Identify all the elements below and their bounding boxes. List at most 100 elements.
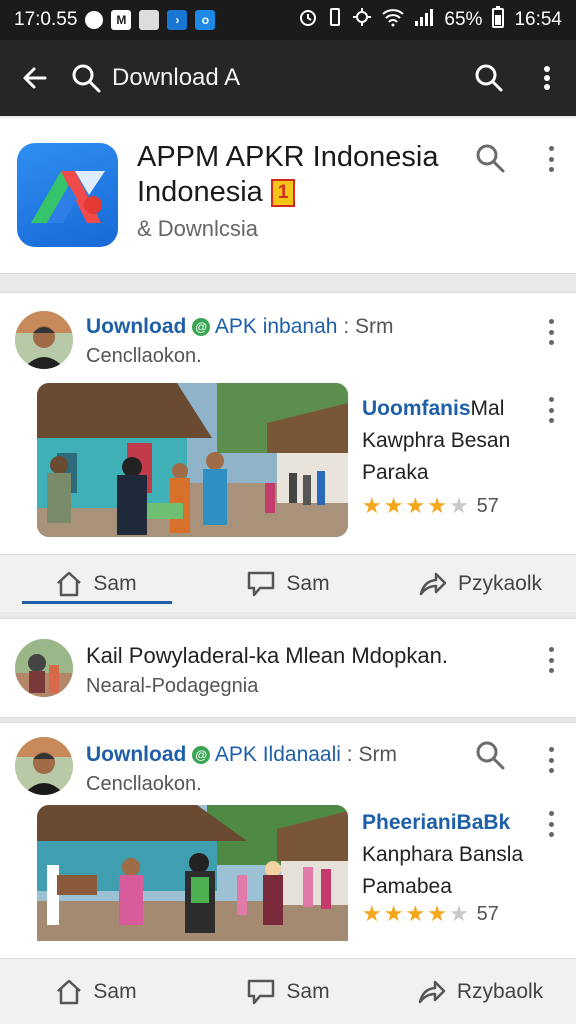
feed-more-button[interactable]: [544, 319, 558, 345]
app-title: APPM APKR Indonesia Indonesia 1: [137, 140, 467, 210]
comment-action-button[interactable]: Sam: [192, 570, 384, 598]
avatar[interactable]: [15, 737, 73, 795]
star-icon: ★: [405, 901, 426, 926]
back-button[interactable]: [0, 40, 70, 116]
post-title-rest: Mal: [470, 397, 505, 420]
search-field[interactable]: Download A: [70, 40, 460, 116]
action-label: Sam: [93, 979, 137, 1003]
star-empty-icon: ★: [448, 901, 469, 926]
post-title-line3: Pamabea: [362, 875, 452, 898]
star-icon: ★: [405, 493, 426, 518]
status-time: 16:54: [514, 9, 562, 30]
star-icon: ★: [427, 901, 447, 926]
arrow-left-icon: [23, 67, 47, 89]
gallery-icon: [139, 10, 160, 30]
app-logo-icon: [17, 143, 118, 247]
header-more-button[interactable]: [544, 146, 558, 172]
wifi-icon: [382, 7, 405, 33]
feed-title-tail: Srm: [355, 315, 394, 338]
feed-title-bold: Uownload: [86, 315, 187, 338]
feed-title-bold: Uownload: [86, 743, 187, 766]
feed-card-2[interactable]: Uownload @ APK Ildanaali : Srm Cencllaok…: [0, 722, 576, 958]
battery-icon: [492, 6, 505, 34]
app-title-line2: Indonesia: [137, 176, 263, 208]
search-button[interactable]: [460, 40, 518, 116]
active-indicator: [22, 600, 172, 604]
post-title-bold: Uoomfanis: [362, 397, 471, 420]
feed-search-button[interactable]: [474, 739, 506, 776]
simple-post[interactable]: Kail Powyladeral-ka Mlean Mdopkan. Neara…: [0, 618, 576, 718]
feed-action-bar-1: Sam Sam Pzykaolk: [0, 554, 576, 612]
vibrate-icon: [328, 7, 342, 33]
post-title[interactable]: UoomfanisMal Kawphra Besan Paraka: [362, 393, 552, 489]
post-title[interactable]: PheerianiBaBk Kanphara Bansla Pamabea: [362, 807, 552, 903]
simple-post-title[interactable]: Kail Powyladeral-ka Mlean Mdopkan.: [86, 643, 448, 669]
battery-percent: 65%: [444, 9, 483, 30]
app-header-card[interactable]: APPM APKR Indonesia Indonesia 1 & Downlc…: [0, 118, 576, 274]
feed-card-1[interactable]: Uownload @ APK inbanah : Srm Cencllaokon…: [0, 292, 576, 554]
avatar[interactable]: [15, 311, 73, 369]
star-icon: ★: [362, 901, 382, 926]
brightness-icon: [352, 7, 372, 33]
feed-subtitle: Cencllaokon.: [86, 773, 202, 795]
search-icon: [72, 64, 101, 93]
post-photo[interactable]: [37, 805, 348, 959]
simple-post-subtitle: Nearal-Podagegnia: [86, 675, 259, 697]
share-action-button[interactable]: Pzykaolk: [384, 570, 576, 598]
feed-action-bar-2: Sam Sam Rzybaolk: [0, 958, 576, 1024]
status-left: 17:0.55 M › o: [14, 9, 216, 31]
status-left-time: 17:0.55: [14, 9, 78, 30]
avatar[interactable]: [15, 639, 73, 697]
simple-post-more-button[interactable]: [544, 647, 558, 673]
status-right: 65% 16:54: [298, 6, 562, 34]
comment-icon: [248, 979, 275, 1004]
star-icon: ★: [383, 901, 404, 926]
share-icon: [419, 572, 447, 595]
post-title-bold: PheerianiBaBk: [362, 811, 511, 834]
post-title-line2: Kawphra Besan: [362, 429, 511, 452]
post-more-button[interactable]: [544, 811, 558, 837]
share-action-button[interactable]: Rzybaolk: [384, 978, 576, 1006]
rating-count: 57: [476, 494, 499, 517]
signal-icon: [414, 7, 434, 33]
action-label: Sam: [286, 979, 330, 1003]
status-bar: 17:0.55 M › o 65% 16:54: [0, 0, 576, 40]
app-bar: Download A: [0, 40, 576, 116]
header-search-button[interactable]: [474, 142, 506, 179]
share-icon: [418, 980, 446, 1003]
star-icon: ★: [427, 493, 447, 518]
feed-title[interactable]: Uownload @ APK inbanah : Srm: [86, 315, 394, 339]
feed-subtitle: Cencllaokon.: [86, 345, 202, 367]
feed-title[interactable]: Uownload @ APK Ildanaali : Srm: [86, 743, 397, 767]
app-badge: 1: [270, 179, 296, 207]
search-query[interactable]: Download A: [112, 64, 240, 92]
search-icon: [476, 741, 505, 770]
rating: ★ ★ ★ ★ ★ 57: [362, 493, 499, 519]
app-title-line1: APPM APKR Indonesia: [137, 141, 439, 173]
home-icon: [57, 571, 82, 596]
star-empty-icon: ★: [448, 493, 469, 518]
feed-title-tail: Srm: [358, 743, 397, 766]
home-action-button[interactable]: Sam: [0, 978, 192, 1006]
play-store-icon: ›: [167, 10, 188, 30]
home-icon: [57, 979, 82, 1004]
post-photo[interactable]: [37, 383, 348, 537]
alarm-icon: [298, 7, 318, 33]
app-notification-icon: o: [195, 10, 216, 30]
more-vertical-icon: [544, 66, 550, 90]
feed-title-separator: :: [346, 743, 353, 766]
rating-count: 57: [476, 902, 499, 925]
post-title-line2: Kanphara Bansla: [362, 843, 524, 866]
action-label: Sam: [93, 571, 137, 595]
comment-icon: [248, 571, 275, 596]
overflow-menu-button[interactable]: [518, 40, 576, 116]
feed-more-button[interactable]: [544, 747, 558, 773]
star-icon: ★: [383, 493, 404, 518]
verified-icon: @: [192, 746, 211, 764]
search-icon: [476, 144, 505, 173]
feed-title-separator: :: [343, 315, 350, 338]
app-subtitle: & Downlcsia: [137, 216, 259, 241]
comment-action-button[interactable]: Sam: [192, 978, 384, 1006]
home-action-button[interactable]: Sam: [0, 570, 192, 604]
post-more-button[interactable]: [544, 397, 558, 423]
